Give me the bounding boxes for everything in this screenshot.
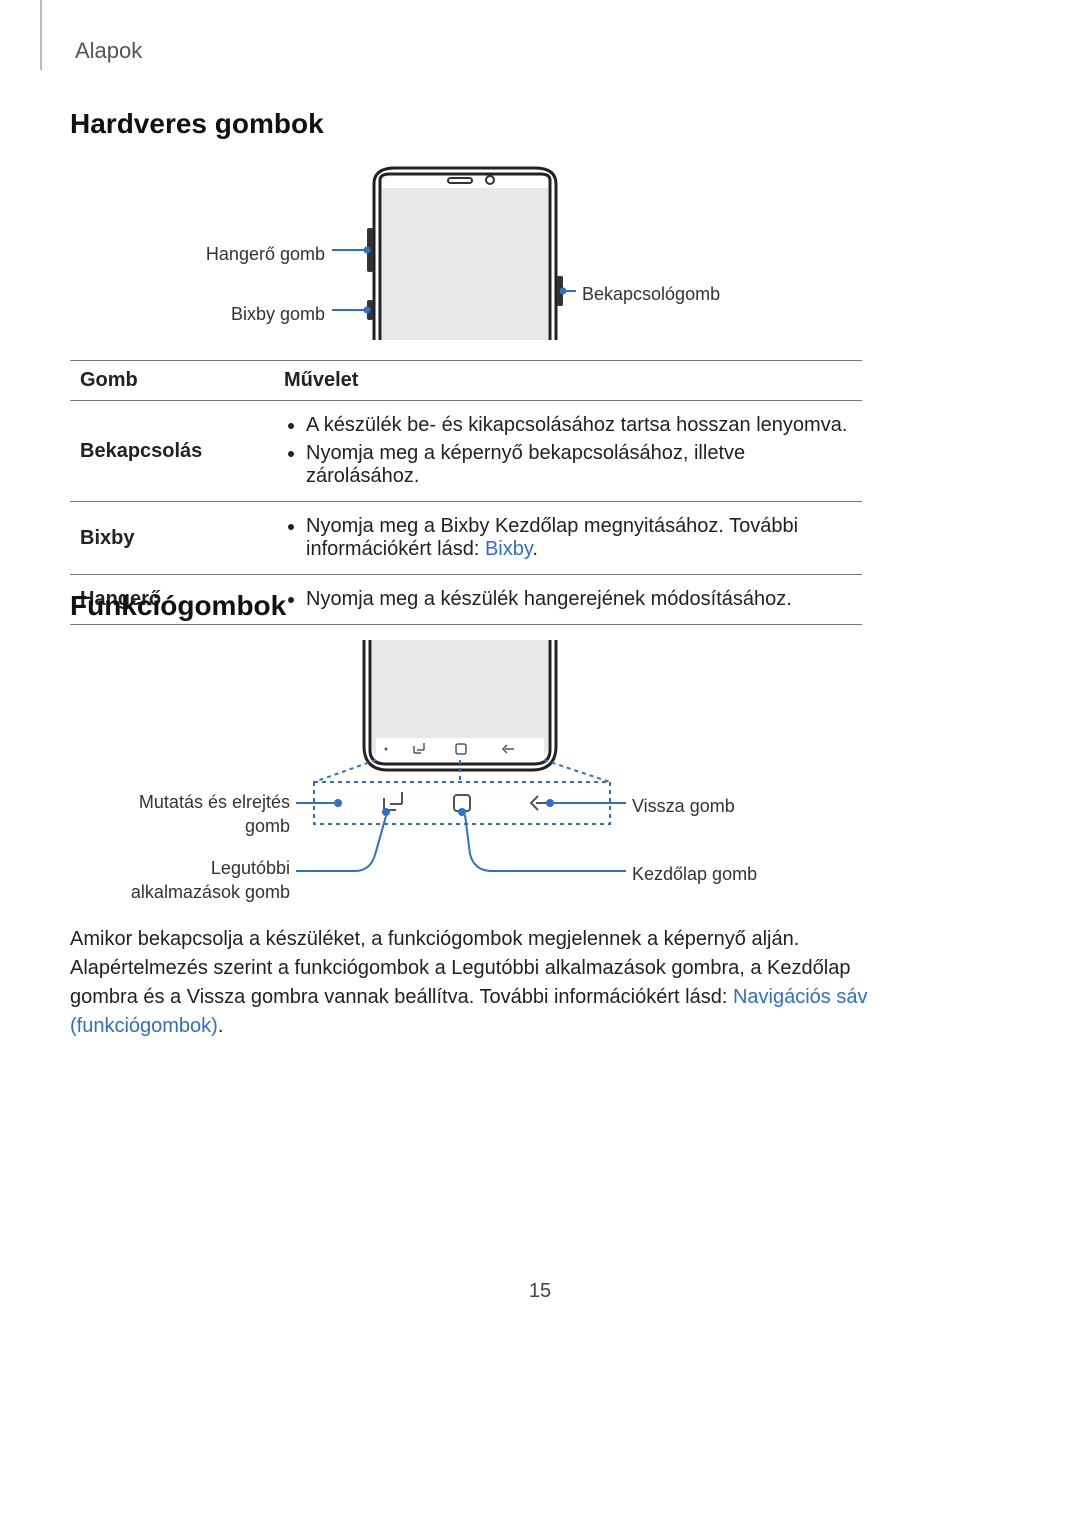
breadcrumb: Alapok [75,38,142,64]
cell-volume-item1: Nyomja meg a készülék hangerejének módos… [306,588,852,611]
page-number: 15 [0,1280,1080,1303]
header-rule [40,0,42,70]
th-key: Gomb [70,361,274,401]
cell-power-item1: A készülék be- és kikapcsolásához tartsa… [306,414,852,437]
label-show-hide-l1: Mutatás és elrejtés [139,792,290,812]
keys-table: Gomb Művelet Bekapcsolás A készülék be- … [70,360,862,625]
body-paragraph: Amikor bekapcsolja a készüléket, a funkc… [70,925,870,1041]
page: Alapok Hardveres gombok [0,0,1080,1527]
label-recents-l2: alkalmazások gomb [131,882,290,902]
cell-power-item2: Nyomja meg a képernyő bekapcsolásához, i… [306,442,852,488]
label-power-key: Bekapcsológomb [582,282,720,306]
figure-hardware-keys: Hangerő gomb Bixby gomb Bekapcsológomb [70,160,870,340]
body-post: . [218,1015,224,1037]
label-home: Kezdőlap gomb [632,862,757,886]
label-bixby-key: Bixby gomb [231,302,325,326]
cell-power-name: Bekapcsolás [70,401,274,502]
label-show-hide: Mutatás és elrejtés gomb [139,790,290,839]
label-show-hide-l2: gomb [245,816,290,836]
th-action: Művelet [274,361,862,401]
label-back: Vissza gomb [632,794,735,818]
figure-soft-keys: Mutatás és elrejtés gomb Legutóbbi alkal… [70,640,870,910]
label-recents: Legutóbbi alkalmazások gomb [131,856,290,905]
cell-bixby-name: Bixby [70,502,274,575]
row-bixby: Bixby Nyomja meg a Bixby Kezdőlap megnyi… [70,502,862,575]
label-volume-key: Hangerő gomb [206,242,325,266]
heading-soft-keys: Funkciógombok [70,590,286,622]
row-power: Bekapcsolás A készülék be- és kikapcsolá… [70,401,862,502]
cell-bixby-item: Nyomja meg a Bixby Kezdőlap megnyitásáho… [306,515,852,561]
link-bixby[interactable]: Bixby [485,538,532,560]
cell-bixby-post: . [532,538,538,560]
cell-bixby-pre: Nyomja meg a Bixby Kezdőlap megnyitásáho… [306,515,798,560]
heading-hardware-keys: Hardveres gombok [70,108,324,140]
label-recents-l1: Legutóbbi [211,858,290,878]
